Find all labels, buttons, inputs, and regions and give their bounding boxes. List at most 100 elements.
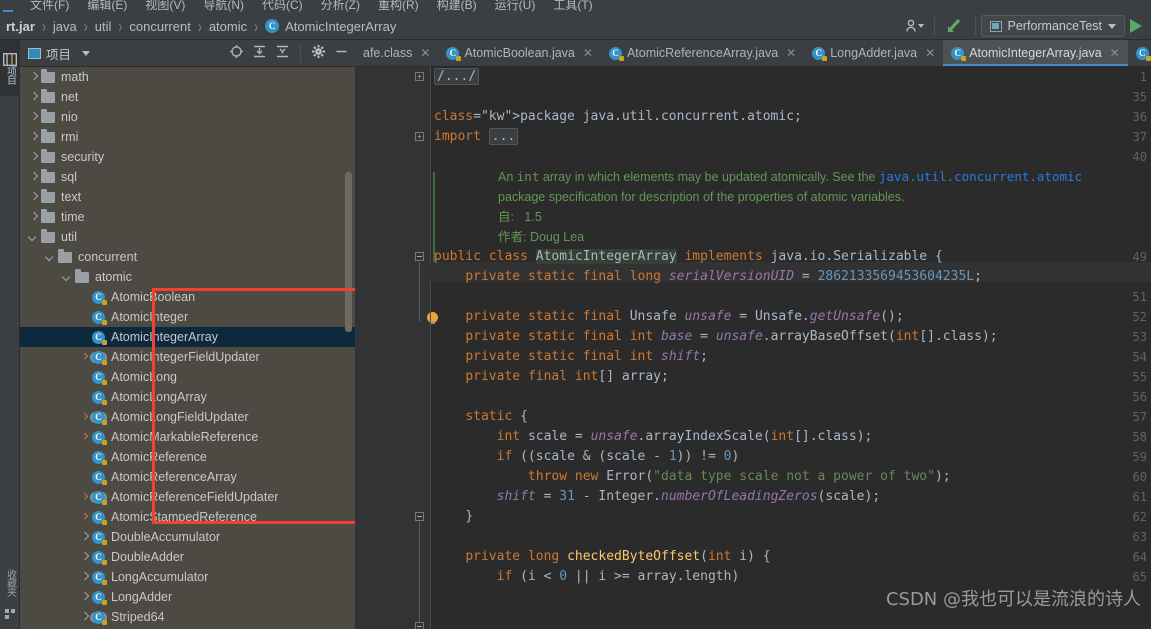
- breadcrumb-item-java[interactable]: java: [53, 19, 77, 34]
- tree-node-atomicboolean[interactable]: C AtomicBoolean: [20, 287, 355, 307]
- menu-item-refactor[interactable]: 重构(R): [378, 0, 419, 11]
- tree-node-atomicreferencefieldupdater[interactable]: C AtomicReferenceFieldUpdater: [20, 487, 355, 507]
- chevron-right-icon[interactable]: [79, 552, 89, 562]
- chevron-right-icon[interactable]: [79, 572, 89, 582]
- menu-item-file[interactable]: 文件(F): [30, 0, 69, 11]
- tree-node-striped64[interactable]: C Striped64: [20, 607, 355, 627]
- close-icon[interactable]: ✕: [925, 46, 935, 60]
- menu-item-edit[interactable]: 编辑(E): [87, 0, 127, 11]
- chevron-right-icon[interactable]: [28, 92, 38, 102]
- code-line[interactable]: 作者: Doug Lea: [498, 227, 584, 247]
- settings-gear-icon[interactable]: [312, 45, 325, 61]
- code-line[interactable]: throw new Error("data type scale not a p…: [434, 467, 951, 487]
- tree-node-security[interactable]: security: [20, 147, 355, 167]
- code-line[interactable]: private static final long serialVersionU…: [434, 267, 982, 287]
- chevron-right-icon[interactable]: [79, 352, 89, 362]
- code-line[interactable]: 自: 1.5: [498, 207, 542, 227]
- tree-node-doubleadder[interactable]: C DoubleAdder: [20, 547, 355, 567]
- fold-expand-import-icon[interactable]: +: [415, 132, 424, 141]
- tree-node-atomicintegerarray[interactable]: C AtomicIntegerArray: [20, 327, 355, 347]
- menu-item-navigate[interactable]: 导航(N): [203, 0, 244, 11]
- breadcrumb-item-concurrent[interactable]: concurrent: [129, 19, 190, 34]
- code-line[interactable]: private static final Unsafe unsafe = Uns…: [434, 307, 903, 327]
- chevron-down-icon[interactable]: [28, 232, 38, 242]
- code-line[interactable]: shift = 31 - Integer.numberOfLeadingZero…: [434, 487, 881, 507]
- close-icon[interactable]: ✕: [1110, 46, 1120, 60]
- tree-node-sql[interactable]: sql: [20, 167, 355, 187]
- tree-node-doubleaccumulator[interactable]: C DoubleAccumulator: [20, 527, 355, 547]
- chevron-right-icon[interactable]: [79, 492, 89, 502]
- code-line[interactable]: /.../: [434, 67, 480, 87]
- editor-tab-atomicreferencearray[interactable]: C AtomicReferenceArray.java ✕: [601, 40, 804, 66]
- chevron-right-icon[interactable]: [79, 532, 89, 542]
- chevron-right-icon[interactable]: [79, 412, 89, 422]
- chevron-down-icon[interactable]: [45, 252, 55, 262]
- chevron-down-icon[interactable]: [82, 50, 91, 56]
- hide-window-icon[interactable]: [335, 45, 348, 61]
- editor-tab-atomicboolean[interactable]: C AtomicBoolean.java ✕: [438, 40, 601, 66]
- tree-node-math[interactable]: math: [20, 67, 355, 87]
- chevron-right-icon[interactable]: [28, 132, 38, 142]
- tree-node-longaccumulator[interactable]: C LongAccumulator: [20, 567, 355, 587]
- collapse-all-icon[interactable]: [276, 45, 289, 61]
- menu-item-run[interactable]: 运行(U): [495, 0, 536, 11]
- code-line[interactable]: class="kw">package java.util.concurrent.…: [434, 107, 802, 127]
- editor-tab-bar[interactable]: afe.class ✕ C AtomicBoolean.java ✕ C Ato…: [355, 40, 1151, 67]
- tree-node-util[interactable]: util: [20, 227, 355, 247]
- menu-item-tools[interactable]: 工具(T): [553, 0, 592, 11]
- tree-node-atomicreference[interactable]: C AtomicReference: [20, 447, 355, 467]
- code-line[interactable]: if ((scale & (scale - 1)) != 0): [434, 447, 740, 467]
- code-editor[interactable]: 1353637404950515253545556575859606162636…: [355, 67, 1151, 629]
- tree-node-atomicintegerfieldupdater[interactable]: C AtomicIntegerFieldUpdater: [20, 347, 355, 367]
- tree-node-nio[interactable]: nio: [20, 107, 355, 127]
- tree-node-concurrent[interactable]: concurrent: [20, 247, 355, 267]
- fold-collapse-end-icon[interactable]: [415, 622, 424, 629]
- code-line[interactable]: int scale = unsafe.arrayIndexScale(int[]…: [434, 427, 873, 447]
- editor-tab-unsafe-class[interactable]: afe.class ✕: [355, 40, 438, 66]
- tree-node-atomicstampedreference[interactable]: C AtomicStampedReference: [20, 507, 355, 527]
- chevron-right-icon[interactable]: [28, 172, 38, 182]
- menu-item-build[interactable]: 构建(B): [437, 0, 477, 11]
- tree-node-atomicinteger[interactable]: C AtomicInteger: [20, 307, 355, 327]
- menu-item-view[interactable]: 视图(V): [145, 0, 185, 11]
- code-line[interactable]: }: [434, 507, 473, 527]
- code-line[interactable]: static {: [434, 407, 528, 427]
- code-line[interactable]: package specification for description of…: [498, 187, 904, 207]
- chevron-right-icon[interactable]: [28, 192, 38, 202]
- chevron-right-icon[interactable]: [28, 72, 38, 82]
- fold-expand-icon[interactable]: +: [415, 72, 424, 81]
- tree-node-atomic[interactable]: atomic: [20, 267, 355, 287]
- main-menu-bar[interactable]: 文件(F) 编辑(E) 视图(V) 导航(N) 代码(C) 分析(Z) 重构(R…: [0, 0, 1151, 13]
- tree-node-time[interactable]: time: [20, 207, 355, 227]
- code-line[interactable]: public class AtomicIntegerArray implemen…: [434, 247, 943, 267]
- chevron-right-icon[interactable]: [28, 152, 38, 162]
- breadcrumb-item-atomic[interactable]: atomic: [209, 19, 247, 34]
- code-line[interactable]: private final int[] array;: [434, 367, 669, 387]
- chevron-right-icon[interactable]: [79, 612, 89, 622]
- code-line[interactable]: private static final int shift;: [434, 347, 708, 367]
- tree-node-atomiclongfieldupdater[interactable]: C AtomicLongFieldUpdater: [20, 407, 355, 427]
- chevron-down-icon[interactable]: [1108, 23, 1116, 29]
- code-line[interactable]: private static final int base = unsafe.a…: [434, 327, 997, 347]
- chevron-right-icon[interactable]: [79, 512, 89, 522]
- tree-node-atomiclong[interactable]: C AtomicLong: [20, 367, 355, 387]
- locate-icon[interactable]: [230, 45, 243, 61]
- editor-tab-longadder[interactable]: C LongAdder.java ✕: [804, 40, 943, 66]
- build-icon[interactable]: [940, 15, 970, 37]
- fold-collapse-static-icon[interactable]: [415, 252, 424, 261]
- user-settings-icon[interactable]: [901, 15, 929, 37]
- editor-fold-strip[interactable]: [412, 67, 430, 629]
- fold-collapse-staticblock-icon[interactable]: [415, 512, 424, 521]
- close-icon[interactable]: ✕: [583, 46, 593, 60]
- breadcrumb-item-util[interactable]: util: [95, 19, 112, 34]
- chevron-right-icon[interactable]: [79, 592, 89, 602]
- breadcrumb-item-rtjar[interactable]: rt.jar: [6, 19, 35, 34]
- chevron-down-icon[interactable]: [62, 272, 72, 282]
- structure-icon[interactable]: [5, 608, 15, 619]
- editor-tab-next-partial[interactable]: C: [1128, 40, 1151, 66]
- run-button[interactable]: [1125, 15, 1147, 37]
- tree-node-net[interactable]: net: [20, 87, 355, 107]
- code-line[interactable]: import ...: [434, 127, 519, 147]
- editor-code-area[interactable]: /.../ class="kw">package java.util.concur…: [430, 67, 1151, 629]
- tree-node-rmi[interactable]: rmi: [20, 127, 355, 147]
